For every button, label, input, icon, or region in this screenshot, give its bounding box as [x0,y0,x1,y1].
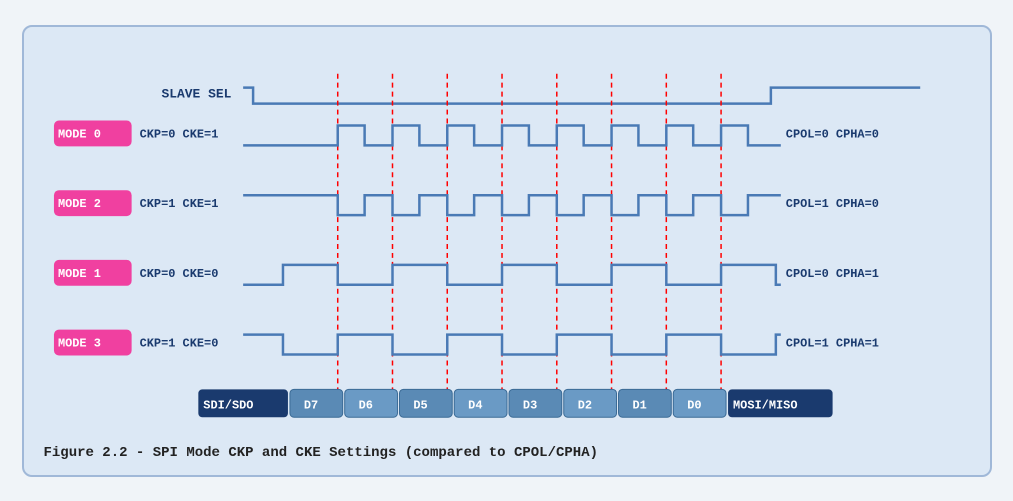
svg-text:CKP=0 CKE=0: CKP=0 CKE=0 [139,266,218,280]
svg-text:D4: D4 [468,398,482,412]
svg-text:D2: D2 [577,398,591,412]
svg-text:CKP=0 CKE=1: CKP=0 CKE=1 [139,127,218,141]
svg-text:D5: D5 [413,398,427,412]
svg-text:CPOL=1 CPHA=1: CPOL=1 CPHA=1 [785,336,878,350]
svg-text:CPOL=0 CPHA=1: CPOL=0 CPHA=1 [785,266,878,280]
figure-caption: Figure 2.2 - SPI Mode CKP and CKE Settin… [44,445,970,461]
svg-text:D6: D6 [358,398,372,412]
svg-text:D1: D1 [632,398,646,412]
svg-text:CKP=1 CKE=1: CKP=1 CKE=1 [139,197,218,211]
svg-text:CKP=1 CKE=0: CKP=1 CKE=0 [139,336,218,350]
diagram-container: SLAVE SEL MODE 0 CKP=0 CKE=1 CPOL=0 CPHA… [22,25,992,477]
svg-text:MODE 3: MODE 3 [57,336,100,350]
svg-text:SDI/SDO: SDI/SDO [203,398,253,412]
svg-text:D3: D3 [522,398,536,412]
svg-text:D7: D7 [303,398,317,412]
diagram-area: SLAVE SEL MODE 0 CKP=0 CKE=1 CPOL=0 CPHA… [44,45,970,435]
svg-text:CPOL=1 CPHA=0: CPOL=1 CPHA=0 [785,197,878,211]
svg-text:CPOL=0 CPHA=0: CPOL=0 CPHA=0 [785,127,878,141]
svg-text:SLAVE SEL: SLAVE SEL [161,86,231,101]
svg-text:MODE 0: MODE 0 [57,127,100,141]
svg-text:MODE 2: MODE 2 [57,197,100,211]
svg-text:MODE 1: MODE 1 [57,266,100,280]
svg-text:D0: D0 [687,398,701,412]
svg-text:MOSI/MISO: MOSI/MISO [733,398,797,412]
